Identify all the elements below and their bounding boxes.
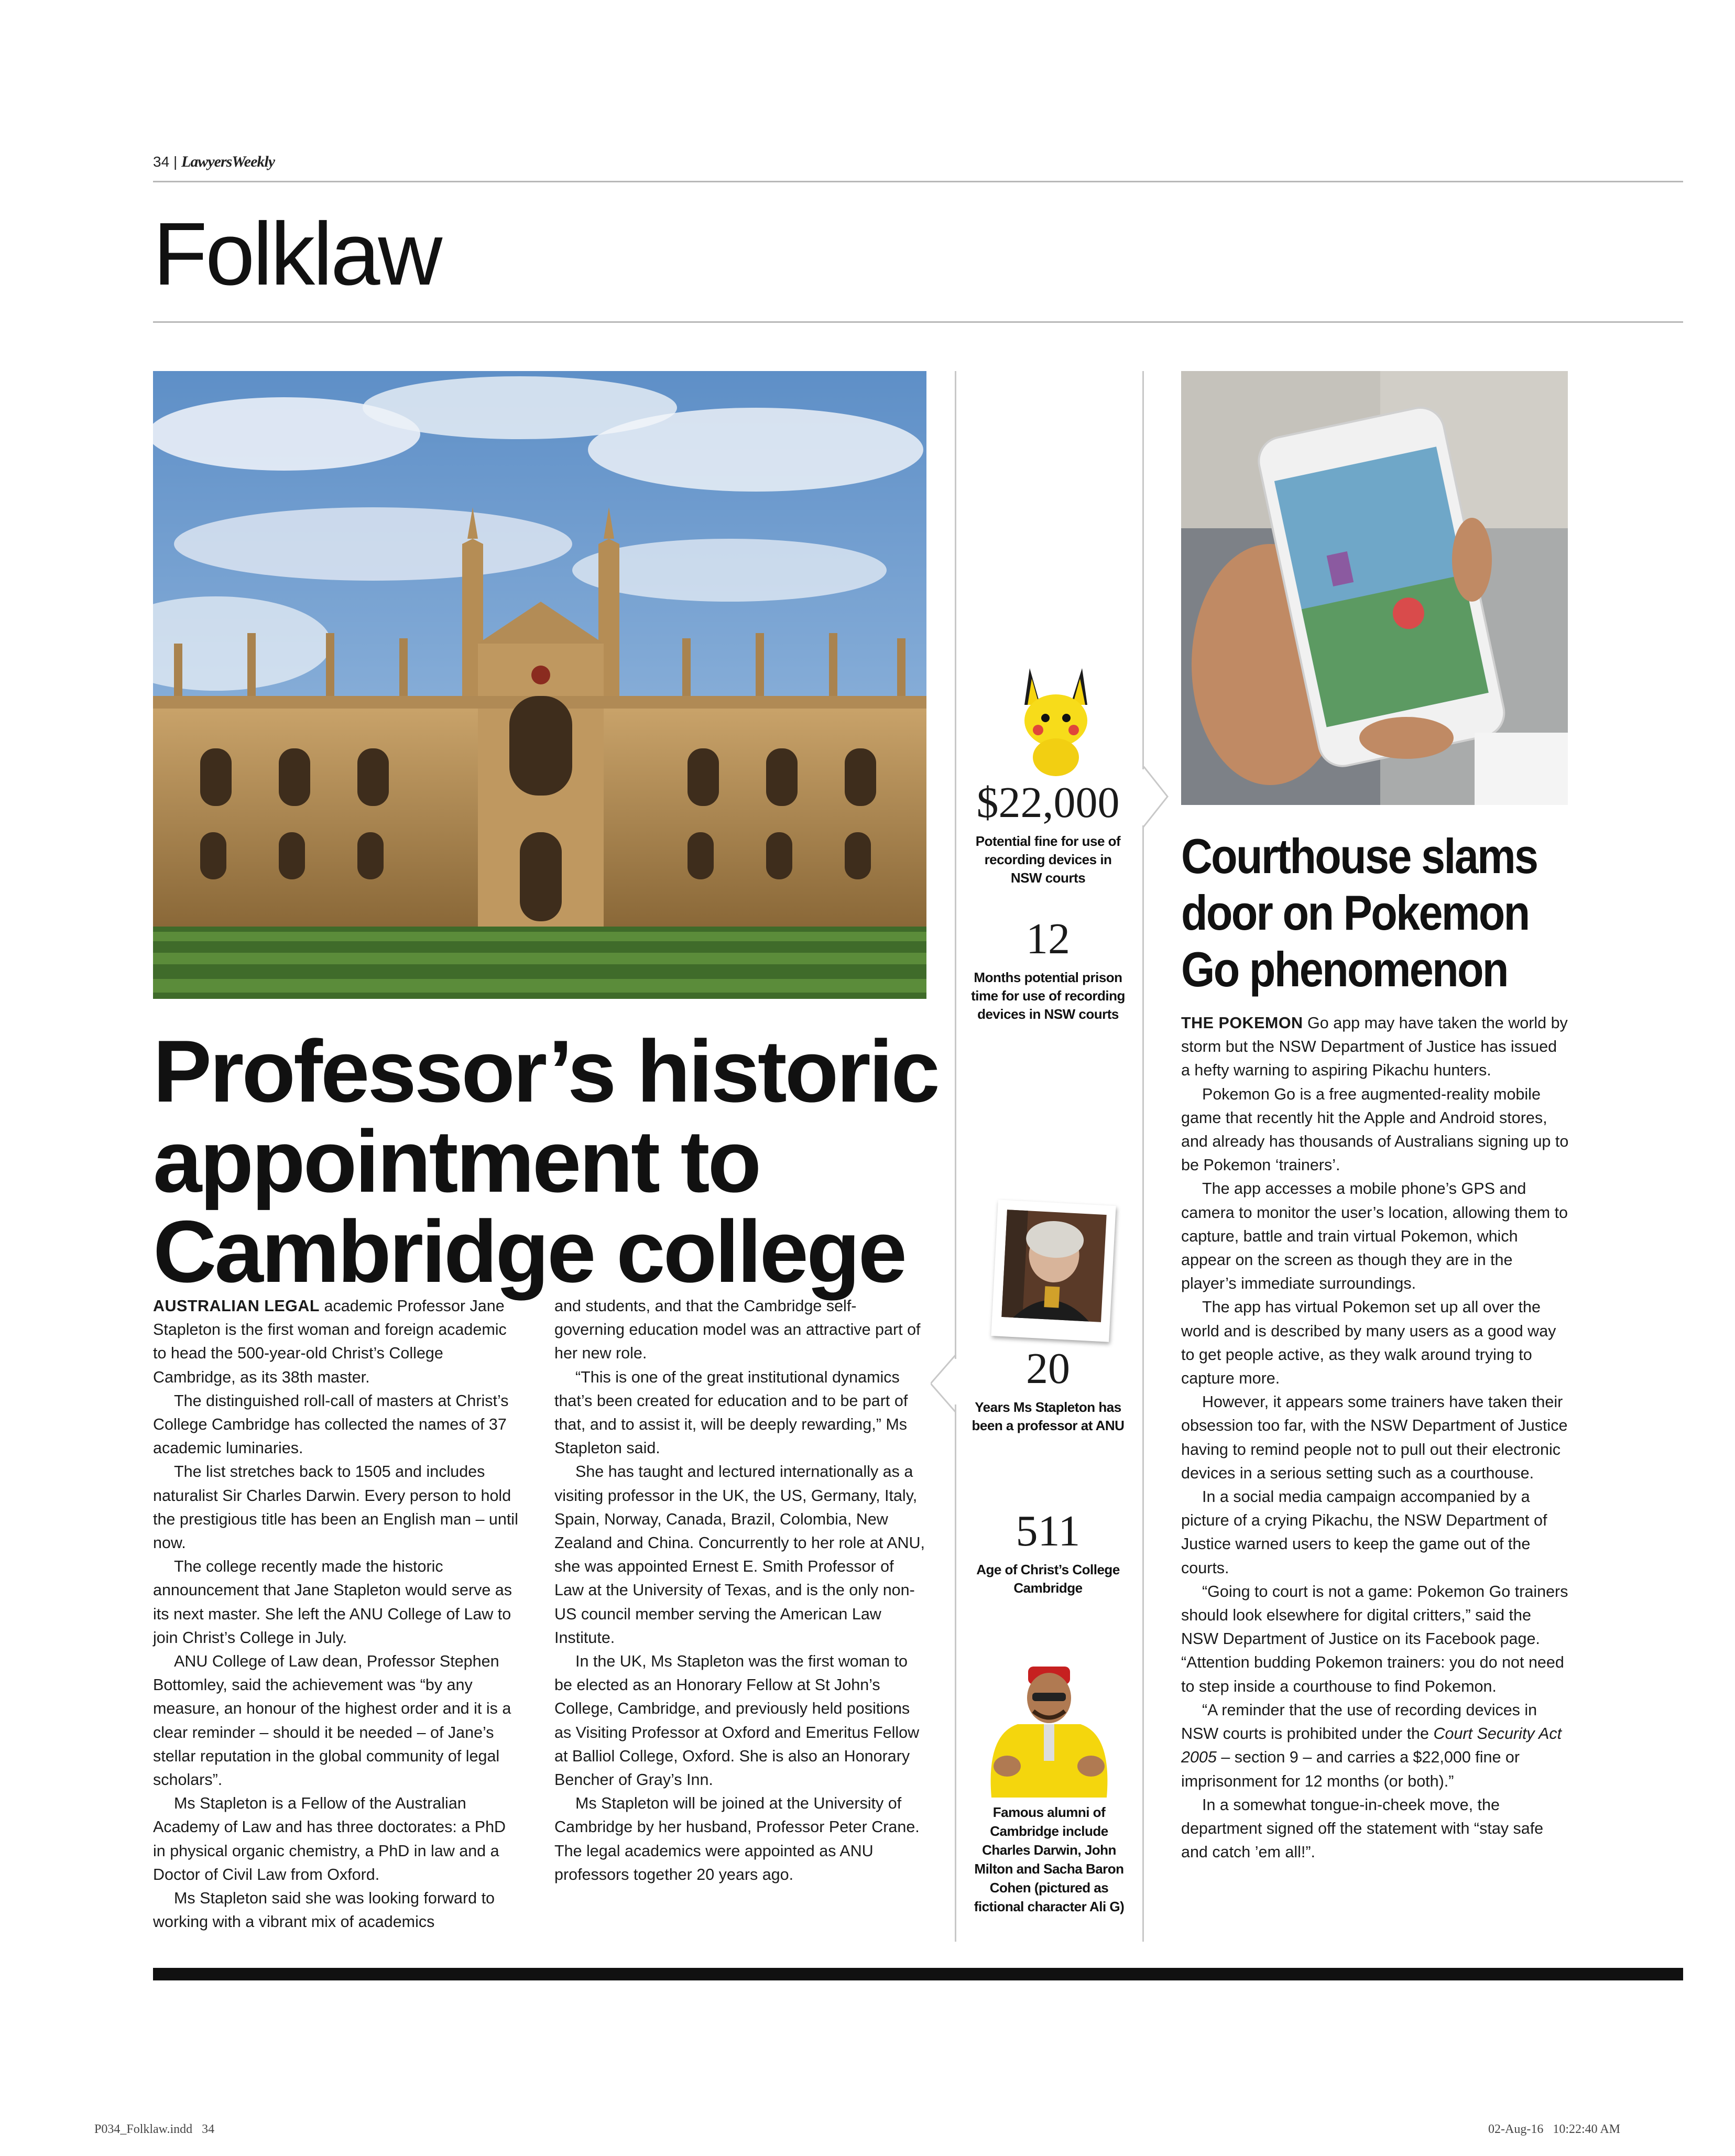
- stat-value: 12: [1026, 914, 1070, 963]
- paragraph: The distinguished roll-call of masters a…: [153, 1391, 509, 1457]
- portrait-photo: [1001, 1210, 1107, 1322]
- paragraph: ANU College of Law dean, Professor Steph…: [153, 1652, 511, 1789]
- paragraph: The app has virtual Pokemon set up all o…: [1181, 1298, 1556, 1388]
- paragraph: Ms Stapleton is a Fellow of the Australi…: [153, 1794, 506, 1883]
- footer-filename: P034_Folklaw.indd 34: [94, 2122, 215, 2136]
- folio-separator: |: [173, 154, 178, 170]
- main-article-column-1: AUSTRALIAN LEGAL academic Professor Jane…: [153, 1294, 520, 1934]
- paragraph: The college recently made the historic a…: [153, 1558, 512, 1647]
- paragraph: and students, and that the Cambridge sel…: [554, 1297, 921, 1363]
- paragraph: THE POKEMON Go app may have taken the wo…: [1181, 1014, 1568, 1080]
- column-divider-right-lower: [1142, 825, 1144, 1942]
- stat-label: Months potential prison time for use of …: [971, 970, 1125, 1022]
- section-title: Folklaw: [153, 204, 442, 304]
- lead-in: THE POKEMON: [1181, 1014, 1303, 1032]
- paragraph: AUSTRALIAN LEGAL academic Professor Jane…: [153, 1297, 507, 1386]
- pokemon-phone-photo: [1181, 371, 1568, 805]
- stat-fine: $22,000 Potential fine for use of record…: [969, 781, 1127, 887]
- main-headline: Professor’s historic appointment to Camb…: [153, 1022, 940, 1301]
- stat-prison: 12 Months potential prison time for use …: [969, 917, 1127, 1023]
- divider-pointer-left: [931, 1355, 957, 1412]
- stat-label: Potential fine for use of recording devi…: [975, 833, 1121, 886]
- stat-value: $22,000: [976, 778, 1120, 827]
- paragraph: However, it appears some trainers have t…: [1181, 1393, 1568, 1482]
- ali-g-figure: [990, 1667, 1108, 1798]
- stat-age: 511 Age of Christ’s College Cambridge: [969, 1509, 1127, 1597]
- side-article-body: THE POKEMON Go app may have taken the wo…: [1181, 1011, 1569, 1864]
- column-divider-left: [955, 371, 956, 1359]
- paragraph: In a social media campaign accompanied b…: [1181, 1488, 1547, 1577]
- alumni-caption: Famous alumni of Cambridge include Charl…: [974, 1804, 1125, 1914]
- paragraph: Ms Stapleton will be joined at the Unive…: [554, 1794, 920, 1883]
- lead-in: AUSTRALIAN LEGAL: [153, 1297, 320, 1315]
- paragraph: Pokemon Go is a free augmented-reality m…: [1181, 1085, 1569, 1174]
- bottom-rule: [153, 1968, 1683, 1980]
- stapleton-portrait: [991, 1200, 1116, 1342]
- brand-logo: LawyersWeekly: [181, 153, 275, 170]
- section-rule: [153, 321, 1683, 323]
- stat-label: Age of Christ’s College Cambridge: [976, 1562, 1120, 1596]
- paragraph: The list stretches back to 1505 and incl…: [153, 1463, 518, 1552]
- paragraph: Ms Stapleton said she was looking forwar…: [153, 1889, 495, 1931]
- header-rule: [153, 181, 1683, 182]
- side-headline: Courthouse slams door on Pokemon Go phen…: [1181, 829, 1538, 997]
- column-divider-left-lower: [955, 1404, 956, 1942]
- paragraph: In a somewhat tongue-in-cheek move, the …: [1181, 1795, 1544, 1861]
- stat-value: 20: [1026, 1344, 1070, 1393]
- main-article-column-2: and students, and that the Cambridge sel…: [554, 1294, 926, 1887]
- page-number: 34: [153, 154, 170, 170]
- paragraph: “Going to court is not a game: Pokemon G…: [1181, 1582, 1568, 1695]
- paragraph: The app accesses a mobile phone’s GPS an…: [1181, 1180, 1568, 1293]
- divider-pointer-right: [1142, 766, 1169, 827]
- stat-years: 20 Years Ms Stapleton has been a profess…: [969, 1347, 1127, 1435]
- paragraph: “This is one of the great institutional …: [554, 1368, 908, 1457]
- pikachu-figure: [1024, 668, 1087, 776]
- paragraph: She has taught and lectured internationa…: [554, 1463, 925, 1647]
- folio: 34 | LawyersWeekly: [153, 153, 275, 171]
- stat-value: 511: [1016, 1507, 1081, 1555]
- footer-timestamp: 02-Aug-16 10:22:40 AM: [1488, 2122, 1620, 2136]
- paragraph: In the UK, Ms Stapleton was the first wo…: [554, 1652, 920, 1789]
- paragraph: “A reminder that the use of recording de…: [1181, 1701, 1562, 1790]
- stat-label: Years Ms Stapleton has been a professor …: [972, 1399, 1125, 1433]
- college-photo: [153, 371, 926, 999]
- column-divider-right: [1142, 371, 1144, 769]
